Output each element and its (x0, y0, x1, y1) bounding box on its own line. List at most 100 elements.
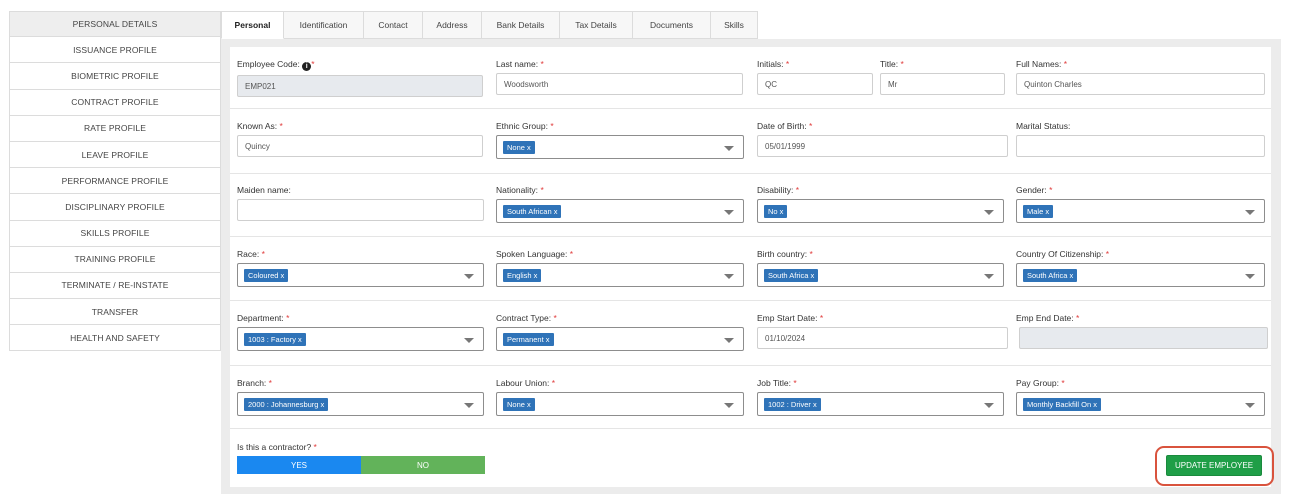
emp-end-date-input (1019, 327, 1268, 349)
chevron-down-icon[interactable] (464, 274, 474, 279)
info-icon[interactable]: i (302, 62, 312, 71)
selected-tag[interactable]: 1003 : Factory x (244, 332, 306, 346)
selected-tag[interactable]: None x (503, 140, 535, 154)
date-of-birth-field: Date of Birth: * 05/01/1999 (757, 121, 1008, 157)
tab-bank-details[interactable]: Bank Details (482, 11, 560, 39)
emp-start-date-input[interactable]: 01/10/2024 (757, 327, 1008, 349)
labour-union-field: Labour Union: * None x (496, 378, 744, 416)
birth-country-select[interactable]: South Africa x (757, 263, 1004, 287)
tab-bar: Personal Identification Contact Address … (221, 11, 758, 39)
marital-status-field: Marital Status: (1016, 121, 1265, 157)
form-row: Employee Code: i * EMP021 Last name: * Wo… (230, 47, 1271, 109)
chevron-down-icon[interactable] (984, 274, 994, 279)
ethnic-group-select[interactable]: None x (496, 135, 744, 159)
sidebar-item-terminate-reinstate[interactable]: TERMINATE / RE-INSTATE (9, 272, 221, 300)
selected-tag[interactable]: English x (503, 268, 542, 282)
sidebar-item-contract-profile[interactable]: CONTRACT PROFILE (9, 89, 221, 116)
country-of-citizenship-select[interactable]: South Africa x (1016, 263, 1265, 287)
tab-skills[interactable]: Skills (711, 11, 758, 39)
selected-tag[interactable]: Male x (1023, 204, 1054, 218)
chevron-down-icon[interactable] (1245, 403, 1255, 408)
marital-status-input[interactable] (1016, 135, 1265, 157)
maiden-name-field: Maiden name: (237, 185, 484, 221)
tab-identification[interactable]: Identification (284, 11, 364, 39)
chevron-down-icon[interactable] (724, 338, 734, 343)
spoken-language-select[interactable]: English x (496, 263, 744, 287)
last-name-input[interactable]: Woodsworth (496, 73, 743, 95)
selected-tag[interactable]: South African x (503, 204, 562, 218)
last-name-field: Last name: * Woodsworth (496, 59, 743, 95)
form-row: Branch: * 2000 : Johannesburg x Labour U… (230, 366, 1271, 429)
branch-select[interactable]: 2000 : Johannesburg x (237, 392, 484, 416)
selected-tag[interactable]: Permanent x (503, 332, 554, 346)
sidebar-item-training-profile[interactable]: TRAINING PROFILE (9, 246, 221, 273)
job-title-field: Job Title: * 1002 : Driver x (757, 378, 1004, 416)
gender-select[interactable]: Male x (1016, 199, 1265, 223)
contractor-yes-option[interactable]: YES (237, 456, 361, 474)
tab-address[interactable]: Address (423, 11, 482, 39)
date-of-birth-input[interactable]: 05/01/1999 (757, 135, 1008, 157)
birth-country-field: Birth country: * South Africa x (757, 249, 1004, 287)
department-select[interactable]: 1003 : Factory x (237, 327, 484, 351)
chevron-down-icon[interactable] (724, 274, 734, 279)
selected-tag[interactable]: 2000 : Johannesburg x (244, 397, 329, 411)
sidebar-item-personal-details[interactable]: PERSONAL DETAILS (9, 11, 221, 38)
selected-tag[interactable]: Monthly Backfill On x (1023, 397, 1102, 411)
contract-type-select[interactable]: Permanent x (496, 327, 744, 351)
full-names-input[interactable]: Quinton Charles (1016, 73, 1265, 95)
chevron-down-icon[interactable] (724, 146, 734, 151)
sidebar-item-skills-profile[interactable]: SKILLS PROFILE (9, 220, 221, 247)
job-title-select[interactable]: 1002 : Driver x (757, 392, 1004, 416)
chevron-down-icon[interactable] (984, 403, 994, 408)
race-select[interactable]: Coloured x (237, 263, 484, 287)
form-row: Known As: * Quincy Ethnic Group: * None … (230, 109, 1271, 174)
disability-select[interactable]: No x (757, 199, 1004, 223)
selected-tag[interactable]: South Africa x (764, 268, 819, 282)
nationality-field: Nationality: * South African x (496, 185, 744, 223)
chevron-down-icon[interactable] (724, 210, 734, 215)
sidebar-item-health-and-safety[interactable]: HEALTH AND SAFETY (9, 325, 221, 352)
tab-tax-details[interactable]: Tax Details (560, 11, 633, 39)
known-as-input[interactable]: Quincy (237, 135, 483, 157)
sidebar-item-performance-profile[interactable]: PERFORMANCE PROFILE (9, 168, 221, 195)
country-of-citizenship-field: Country Of Citizenship: * South Africa x (1016, 249, 1265, 287)
contractor-no-option[interactable]: NO (361, 456, 485, 474)
pay-group-select[interactable]: Monthly Backfill On x (1016, 392, 1265, 416)
employee-code-field: Employee Code: i * EMP021 (237, 59, 483, 97)
selected-tag[interactable]: 1002 : Driver x (764, 397, 821, 411)
maiden-name-input[interactable] (237, 199, 484, 221)
initials-field: Initials: * QC (757, 59, 873, 95)
selected-tag[interactable]: No x (764, 204, 788, 218)
labour-union-select[interactable]: None x (496, 392, 744, 416)
form-row: Department: * 1003 : Factory x Contract … (230, 301, 1271, 366)
sidebar-item-rate-profile[interactable]: RATE PROFILE (9, 115, 221, 142)
chevron-down-icon[interactable] (1245, 274, 1255, 279)
chevron-down-icon[interactable] (724, 403, 734, 408)
profile-sidebar: PERSONAL DETAILS ISSUANCE PROFILE BIOMET… (9, 11, 221, 352)
update-employee-button[interactable]: UPDATE EMPLOYEE (1166, 455, 1262, 476)
employee-code-label: Employee Code: i * (237, 59, 315, 71)
tab-personal[interactable]: Personal (221, 11, 284, 39)
contract-type-field: Contract Type: * Permanent x (496, 313, 744, 351)
sidebar-item-transfer[interactable]: TRANSFER (9, 299, 221, 326)
tab-contact[interactable]: Contact (364, 11, 423, 39)
nationality-select[interactable]: South African x (496, 199, 744, 223)
disability-field: Disability: * No x (757, 185, 1004, 223)
selected-tag[interactable]: Coloured x (244, 268, 289, 282)
tab-documents[interactable]: Documents (633, 11, 711, 39)
sidebar-item-issuance-profile[interactable]: ISSUANCE PROFILE (9, 37, 221, 64)
initials-input[interactable]: QC (757, 73, 873, 95)
title-input[interactable]: Mr (880, 73, 1005, 95)
branch-field: Branch: * 2000 : Johannesburg x (237, 378, 484, 416)
chevron-down-icon[interactable] (464, 403, 474, 408)
sidebar-item-disciplinary-profile[interactable]: DISCIPLINARY PROFILE (9, 194, 221, 221)
contractor-toggle[interactable]: YES NO (237, 456, 485, 474)
sidebar-item-leave-profile[interactable]: LEAVE PROFILE (9, 141, 221, 169)
selected-tag[interactable]: None x (503, 397, 535, 411)
chevron-down-icon[interactable] (464, 338, 474, 343)
chevron-down-icon[interactable] (984, 210, 994, 215)
selected-tag[interactable]: South Africa x (1023, 268, 1078, 282)
sidebar-item-biometric-profile[interactable]: BIOMETRIC PROFILE (9, 63, 221, 90)
chevron-down-icon[interactable] (1245, 210, 1255, 215)
title-field: Title: * Mr (880, 59, 1005, 95)
